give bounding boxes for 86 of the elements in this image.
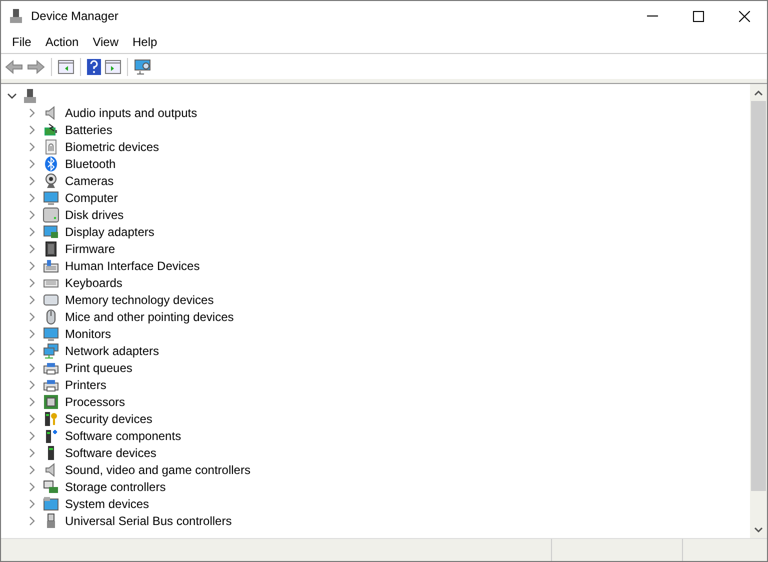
chevron-right-icon[interactable] [27, 294, 37, 304]
tree-item[interactable]: Print queues [65, 360, 132, 374]
tree-item[interactable]: Bluetooth [65, 156, 116, 170]
tree-item[interactable]: Audio inputs and outputs [65, 106, 198, 120]
tree-item[interactable]: Printers [65, 378, 106, 392]
chevron-down-icon[interactable] [7, 90, 17, 100]
pane-icon[interactable] [58, 60, 74, 74]
display-card-icon [43, 224, 59, 240]
tree-item[interactable]: Security devices [65, 412, 152, 426]
chevron-right-icon[interactable] [27, 108, 37, 118]
tree-item[interactable]: Computer [65, 190, 118, 204]
card-icon [43, 292, 59, 308]
menu-item[interactable]: View [86, 35, 126, 49]
chevron-right-icon[interactable] [27, 362, 37, 372]
tree-item[interactable]: Keyboards [65, 276, 122, 290]
chevron-right-icon[interactable] [27, 176, 37, 186]
menu-item[interactable]: File [5, 35, 38, 49]
webcam-icon [43, 172, 59, 188]
back-arrow-icon[interactable] [5, 60, 23, 74]
network-icon [43, 342, 59, 358]
menu-item[interactable]: Action [38, 35, 86, 49]
tower-icon [43, 428, 59, 444]
tree-item[interactable]: Display adapters [65, 224, 154, 238]
tree-item[interactable]: Software devices [65, 446, 156, 460]
tree-item[interactable]: Network adapters [65, 344, 160, 358]
help-icon[interactable] [87, 58, 101, 74]
drive-icon [43, 206, 59, 222]
close-icon [738, 10, 750, 22]
tree-item[interactable]: Batteries [65, 122, 112, 136]
tree-item[interactable]: Monitors [65, 326, 112, 340]
chevron-right-icon[interactable] [27, 430, 37, 440]
scroll-down-icon[interactable] [754, 526, 763, 532]
tree-item[interactable]: Software components [65, 428, 182, 442]
tree-item[interactable]: Memory technology devices [65, 292, 214, 306]
forward-arrow-icon[interactable] [27, 60, 45, 74]
scan-monitor-icon[interactable] [134, 58, 152, 74]
scrollbar[interactable] [750, 84, 767, 538]
monitor-icon [43, 190, 59, 206]
tree-item[interactable]: Biometric devices [65, 140, 160, 154]
storage-icon [43, 478, 59, 494]
tree-item[interactable]: Mice and other pointing devices [65, 310, 234, 324]
tree-item[interactable]: Storage controllers [65, 480, 166, 494]
tree-item[interactable]: Universal Serial Bus controllers [65, 514, 232, 528]
chevron-right-icon[interactable] [27, 448, 37, 458]
window-title: Device Manager [31, 9, 118, 23]
chevron-right-icon[interactable] [27, 192, 37, 202]
chevron-right-icon[interactable] [27, 244, 37, 254]
chevron-right-icon[interactable] [27, 380, 37, 390]
chevron-right-icon[interactable] [27, 346, 37, 356]
chevron-right-icon[interactable] [27, 464, 37, 474]
chevron-right-icon[interactable] [27, 142, 37, 152]
chevron-right-icon[interactable] [27, 124, 37, 134]
tree-item[interactable]: System devices [65, 496, 150, 510]
chevron-right-icon[interactable] [27, 516, 37, 526]
chevron-right-icon[interactable] [27, 210, 37, 220]
fingerprint-icon [43, 138, 59, 154]
key-tower-icon [43, 410, 59, 426]
tree-item[interactable]: Disk drives [65, 208, 124, 222]
minimize-icon [646, 15, 658, 17]
tree-item[interactable]: Human Interface Devices [65, 258, 200, 272]
chevron-right-icon[interactable] [27, 414, 37, 424]
maximize-icon [692, 10, 704, 22]
computer-icon [23, 88, 37, 104]
chevron-right-icon[interactable] [27, 278, 37, 288]
folder-icon [43, 496, 59, 512]
bluetooth-icon [43, 156, 59, 172]
scroll-up-icon[interactable] [754, 90, 763, 96]
chevron-right-icon[interactable] [27, 498, 37, 508]
chevron-right-icon[interactable] [27, 312, 37, 322]
chevron-right-icon[interactable] [27, 158, 37, 168]
chevron-right-icon[interactable] [27, 328, 37, 338]
pane-icon[interactable] [105, 60, 121, 74]
chevron-right-icon[interactable] [27, 226, 37, 236]
chip-icon [43, 240, 59, 256]
tree-item[interactable]: Processors [65, 394, 126, 408]
tree-item[interactable]: Firmware [65, 242, 115, 256]
chevron-right-icon[interactable] [27, 482, 37, 492]
app-icon [9, 8, 23, 24]
battery-icon [43, 122, 59, 138]
tree-item[interactable]: Cameras [65, 174, 114, 188]
chevron-right-icon[interactable] [27, 396, 37, 406]
tree-item[interactable]: Sound, video and game controllers [65, 462, 250, 476]
chevron-right-icon[interactable] [27, 260, 37, 270]
processor-icon [43, 394, 59, 410]
menu-item[interactable]: Help [126, 35, 164, 49]
monitor-icon [43, 326, 59, 342]
